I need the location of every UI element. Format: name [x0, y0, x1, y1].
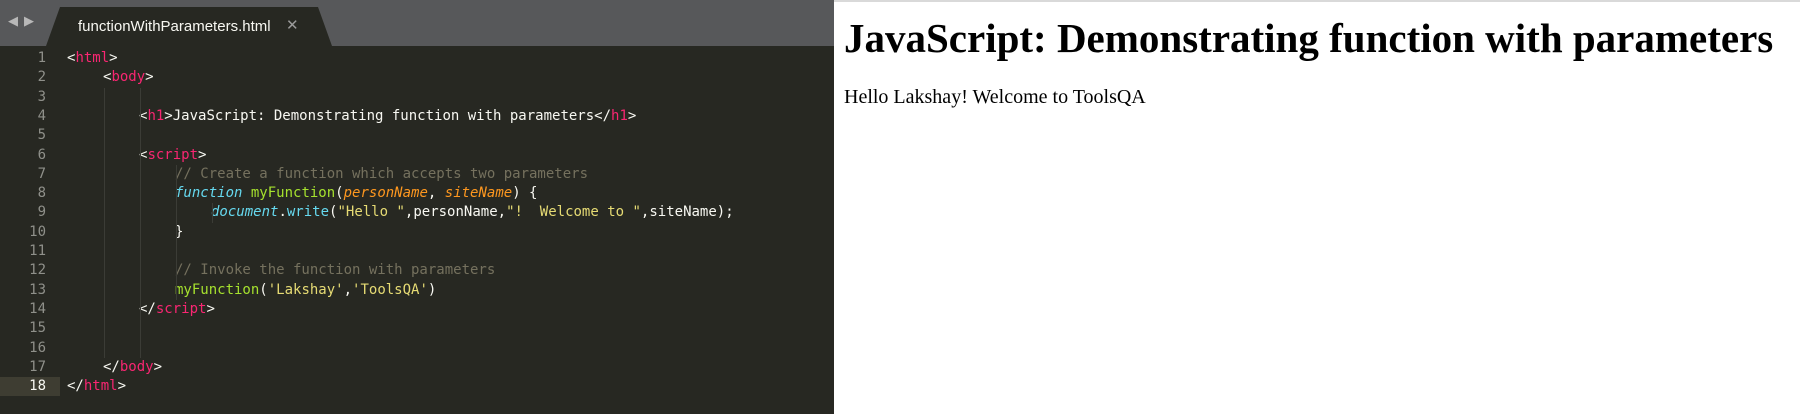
code-token-plain: >	[627, 107, 637, 124]
line-number: 18	[29, 378, 46, 395]
line-number: 3	[37, 88, 46, 105]
code-area[interactable]: 1 2 3 4 5 6 7 8 9 10 11 12 13 14 15 16 17 18 <html> <body>…	[0, 46, 834, 414]
code-token-plain: </	[67, 378, 84, 395]
code-token-str: "Hello "	[337, 204, 405, 221]
code-token-plain: ,personName,	[404, 204, 507, 221]
line-number: 11	[29, 243, 46, 259]
line-number: 1	[37, 50, 46, 66]
page-heading: JavaScript: Demonstrating function with …	[844, 15, 1774, 61]
code-token-param: personName	[343, 185, 428, 202]
page-output-text: Hello Lakshay! Welcome to ToolsQA	[844, 86, 1146, 108]
code-line: // Invoke the function with parameters	[175, 261, 495, 280]
code-token-plain: >	[206, 300, 215, 317]
code-token-tag: html	[75, 50, 110, 66]
line-number: 15	[29, 320, 46, 337]
code-token-plain: ) {	[512, 185, 538, 202]
indent-guide	[176, 164, 177, 300]
browser-preview: JavaScript: Demonstrating function with …	[834, 0, 1800, 414]
code-token-method: write	[286, 204, 330, 221]
tab-title: functionWithParameters.html	[78, 18, 271, 35]
code-token-tag: html	[83, 378, 118, 395]
line-number: 14	[29, 300, 46, 317]
code-token-support: document	[211, 204, 279, 221]
code-editor[interactable]: ◀ ▶ functionWithParameters.html ✕ 123456…	[0, 0, 834, 414]
code-token-plain: >	[109, 50, 118, 66]
code-token-plain: </	[139, 300, 156, 317]
code-line: </script>	[139, 300, 215, 319]
line-number: 2	[37, 69, 46, 86]
code-token-plain: )	[427, 281, 437, 298]
code-line: </html>	[67, 377, 126, 396]
line-number: 10	[29, 223, 46, 240]
tab-file[interactable]: functionWithParameters.html ✕	[46, 7, 332, 46]
code-token-comment: // Invoke the function with parameters	[175, 262, 496, 279]
code-token-plain: (	[335, 185, 344, 202]
line-number: 16	[29, 339, 46, 356]
line-number: 9	[37, 204, 46, 221]
line-number: 12	[29, 262, 46, 279]
code-token-plain: ,siteName);	[640, 204, 734, 221]
code-token-tag: h1	[147, 107, 165, 124]
code-token-plain: >	[145, 69, 154, 86]
code-line: // Create a function which accepts two p…	[175, 165, 588, 184]
code-token-tag: h1	[611, 107, 628, 124]
back-arrow-icon[interactable]: ◀	[8, 14, 18, 29]
indent-guide	[140, 87, 141, 358]
code-token-tag: body	[119, 358, 154, 375]
code-token-plain: >JavaScript: Demonstrating function with…	[164, 107, 612, 124]
tab-bar: ◀ ▶ functionWithParameters.html ✕	[0, 0, 834, 46]
code-line: <html>	[67, 49, 118, 68]
code-token-tag: body	[111, 69, 146, 86]
line-number: 7	[37, 165, 46, 182]
line-number: 5	[37, 127, 46, 144]
line-number: 8	[37, 185, 46, 202]
close-icon[interactable]: ✕	[286, 16, 299, 34]
code-token-tag: script	[147, 146, 199, 163]
code-line: function myFunction(personName, siteName…	[175, 184, 538, 203]
code-line: <script>	[139, 146, 206, 165]
code-token-plain: ,	[427, 185, 445, 202]
line-number: 6	[37, 146, 46, 163]
indent-guide	[212, 203, 213, 223]
code-token-tag: script	[155, 300, 207, 317]
code-token-plain: </	[103, 358, 120, 375]
code-token-param: siteName	[444, 185, 513, 202]
code-token-str: 'Lakshay'	[267, 281, 344, 298]
forward-arrow-icon[interactable]: ▶	[24, 14, 34, 29]
code-line: </body>	[103, 358, 162, 377]
code-token-plain: >	[198, 146, 207, 163]
line-number: 17	[29, 358, 46, 375]
code-token-str: "! Welcome to "	[506, 204, 641, 221]
code-token-storage: function	[175, 185, 243, 202]
code-token-plain: (	[259, 281, 268, 298]
code-token-fn: myFunction	[250, 185, 336, 202]
code-token-plain: >	[153, 358, 163, 375]
code-line: myFunction('Lakshay','ToolsQA')	[175, 281, 436, 300]
code-token-plain: .	[278, 204, 287, 221]
code-line: <body>	[103, 68, 154, 87]
line-number: 13	[29, 281, 46, 298]
code-line: document.write("Hello ",personName,"! We…	[211, 203, 734, 222]
indent-guide	[104, 87, 105, 358]
code-line: <h1>JavaScript: Demonstrating function w…	[139, 107, 636, 126]
code-token-str: 'ToolsQA'	[352, 281, 428, 298]
line-number-gutter: 1 2 3 4 5 6 7 8 9 10 11 12 13 14 15 16 17 18	[0, 46, 60, 414]
line-number: 4	[37, 107, 46, 124]
code-token-plain: ,	[343, 281, 353, 298]
code-token-plain: >	[117, 378, 127, 395]
code-token-comment: // Create a function which accepts two p…	[175, 165, 589, 182]
code-token-fn: myFunction	[175, 281, 260, 298]
